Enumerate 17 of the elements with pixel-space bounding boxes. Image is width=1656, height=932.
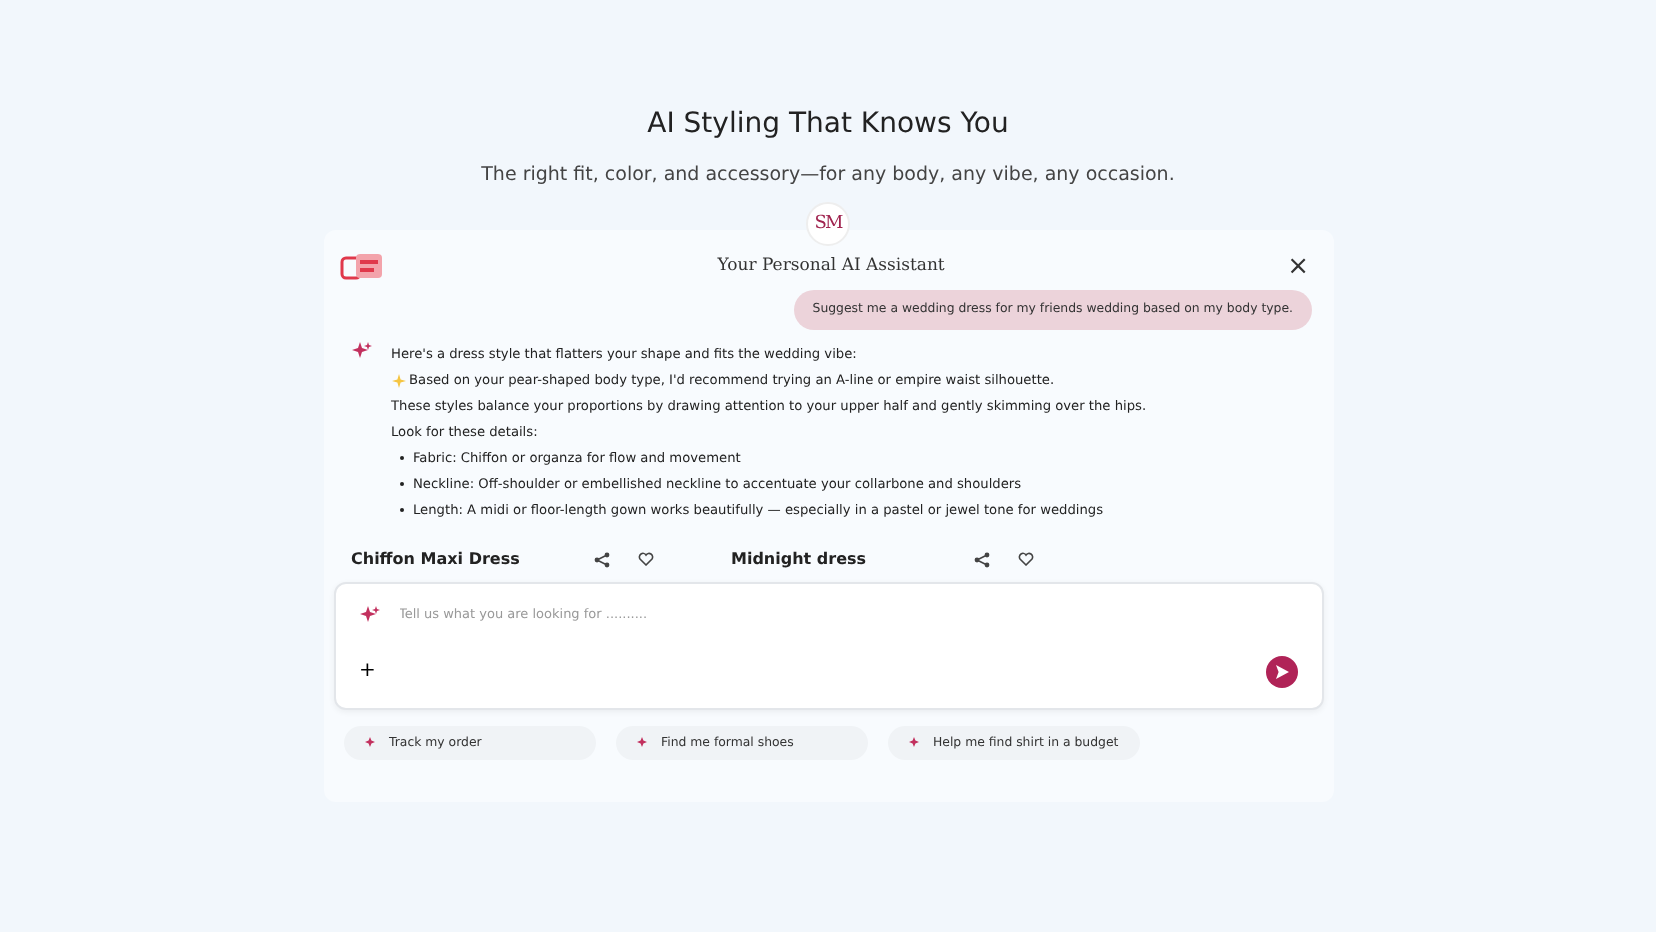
product-name: Chiffon Maxi Dress xyxy=(351,547,522,572)
send-button[interactable] xyxy=(1265,655,1297,688)
sparkle-icon xyxy=(363,736,377,749)
assistant-title: Your Personal AI Assistant xyxy=(715,253,947,280)
brand-monogram: SM xyxy=(806,202,850,247)
add-button[interactable]: + xyxy=(359,661,376,682)
product-name: Midnight dress xyxy=(731,547,869,572)
close-button[interactable]: × xyxy=(1279,253,1317,280)
star-sparkle-icon xyxy=(391,373,405,388)
hero-subtitle: The right fit, color, and accessory—for any body, any vibe, any occasion. xyxy=(479,162,1177,190)
hero-title: AI Styling That Knows You xyxy=(645,106,1011,144)
sparkle-icon xyxy=(907,736,921,749)
sparkle-icon xyxy=(351,341,371,358)
logo-icon xyxy=(339,252,383,281)
play-icon xyxy=(1273,663,1289,680)
sparkle-icon xyxy=(635,736,649,749)
sparkle-icon xyxy=(359,606,379,623)
